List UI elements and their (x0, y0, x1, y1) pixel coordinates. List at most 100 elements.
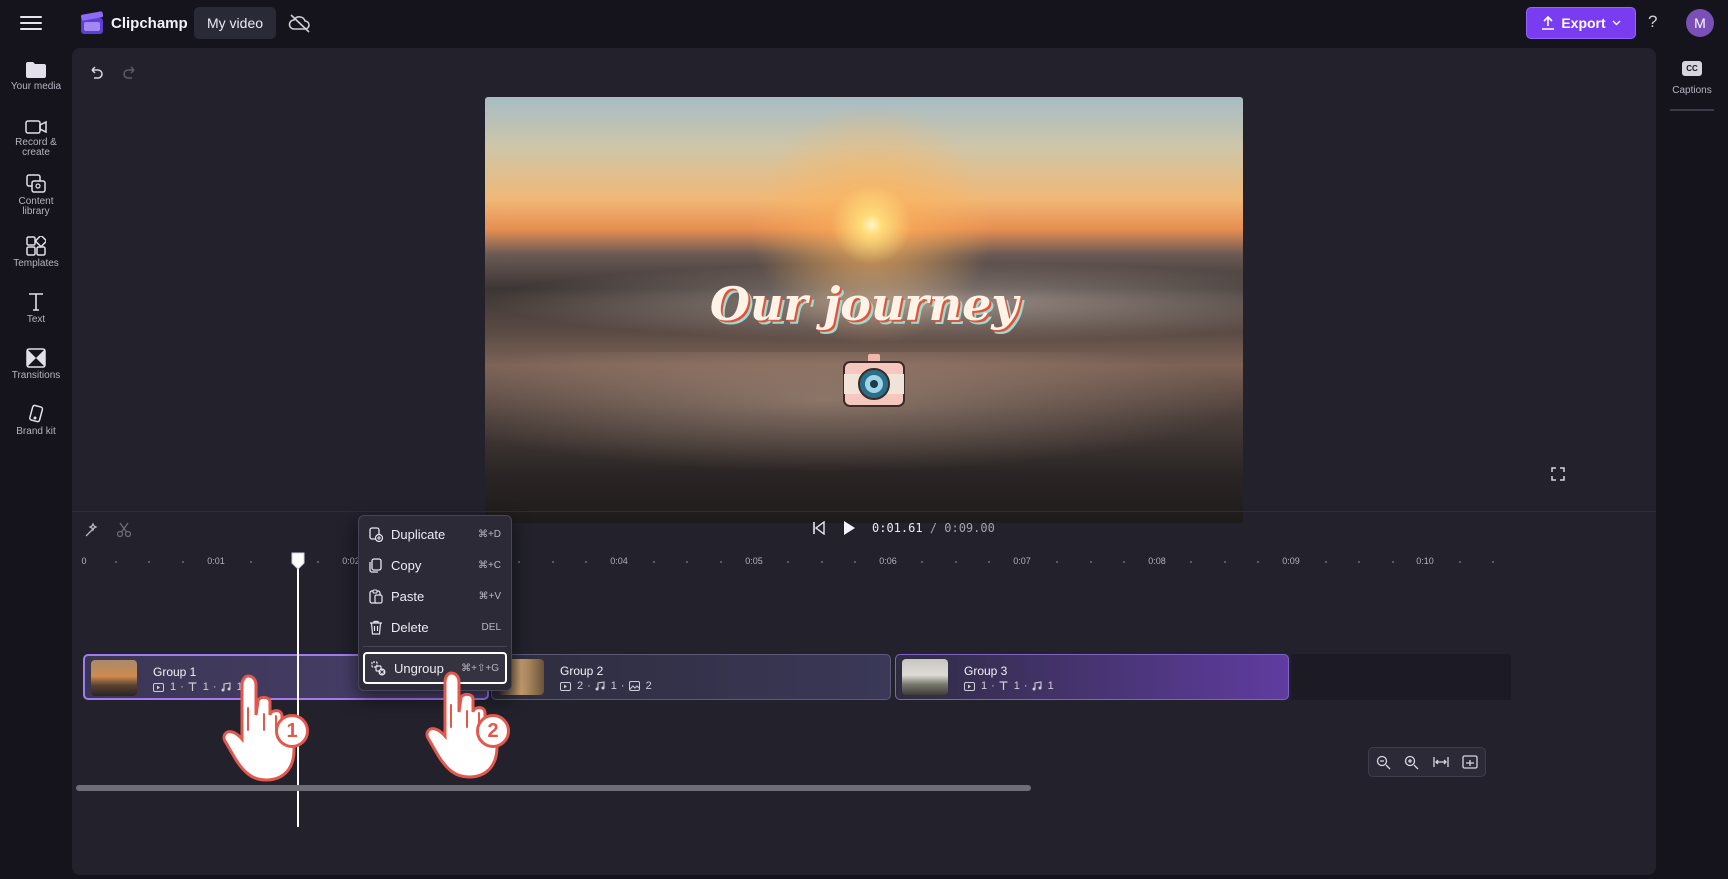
ruler-dot (585, 561, 587, 563)
project-name-field[interactable]: My video (194, 7, 277, 39)
preview-title-text: Our journey (709, 277, 1019, 331)
audio-count: 1 (1047, 680, 1054, 692)
sidebar-item-label: Transitions (11, 370, 61, 381)
playhead-handle-icon[interactable] (290, 551, 306, 571)
sidebar-item-brand-kit[interactable]: Brand kit (0, 404, 72, 437)
sidebar-item-text[interactable]: Text (0, 292, 72, 325)
ruler-label: 0:01 (207, 556, 225, 566)
ruler-label: 0:05 (745, 556, 763, 566)
text-count-icon (999, 681, 1008, 690)
menu-item-shortcut: DEL (481, 621, 501, 633)
magic-wand-icon[interactable] (84, 522, 100, 538)
video-count-icon (560, 681, 571, 691)
export-button[interactable]: Export (1526, 7, 1636, 39)
menu-icon[interactable] (20, 13, 42, 33)
avatar[interactable]: M (1686, 9, 1714, 37)
zoom-out-icon[interactable] (1376, 755, 1391, 770)
timeline-group-3[interactable]: Group 3 1 · 1 · 1 (895, 654, 1289, 700)
ruler-dot (1056, 561, 1058, 563)
folder-icon (26, 62, 46, 78)
chevron-down-icon (1612, 20, 1621, 26)
timeline-empty-area (1291, 654, 1511, 700)
expand-track-icon[interactable] (1462, 755, 1478, 769)
trash-icon (370, 620, 382, 635)
sidebar-item-record-create[interactable]: Record & create (0, 119, 72, 158)
video-preview[interactable]: Our journey (485, 97, 1243, 523)
menu-item-duplicate[interactable]: Duplicate ⌘+D (363, 520, 507, 548)
ruler-label: 0:07 (1013, 556, 1031, 566)
video-count: 1 (170, 681, 177, 693)
menu-item-copy[interactable]: Copy ⌘+C (363, 551, 507, 579)
ruler-dot (1325, 561, 1327, 563)
timeline-ruler[interactable]: 0 0:01 0:02 0:04 0:05 0:06 0:07 0:08 0:0… (72, 556, 1656, 576)
text-count: 1 (1013, 680, 1020, 692)
audio-count-icon (1032, 681, 1042, 691)
undo-icon[interactable] (88, 64, 104, 80)
audio-count-icon (595, 681, 605, 691)
ruler-dot (720, 561, 722, 563)
sidebar-item-templates[interactable]: Templates (0, 236, 72, 269)
ruler-label: 0:08 (1148, 556, 1166, 566)
image-count-icon (628, 681, 640, 691)
menu-item-shortcut: ⌘+C (477, 559, 501, 571)
fullscreen-icon[interactable] (1551, 467, 1565, 481)
upload-icon (1542, 16, 1555, 30)
current-time: 0:01.61 (872, 521, 923, 535)
top-bar: Clipchamp My video Export ? M (0, 0, 1728, 47)
sidebar-item-label: Brand kit (16, 426, 56, 437)
play-icon[interactable] (842, 520, 856, 536)
cloud-off-icon[interactable] (288, 12, 312, 34)
sidebar-item-content-library[interactable]: Content library (0, 174, 72, 217)
right-panel: CC Captions (1656, 47, 1728, 879)
timeline-horizontal-scrollbar[interactable] (76, 785, 1031, 791)
ruler-dot (1123, 561, 1125, 563)
menu-item-paste[interactable]: Paste ⌘+V (363, 582, 507, 610)
text-count-icon (188, 682, 197, 691)
fit-timeline-icon[interactable] (1433, 756, 1449, 768)
timeline-group-2[interactable]: Group 2 2 · 1 · 2 (491, 654, 891, 700)
ruler-label: 0 (81, 556, 87, 566)
menu-item-label: Duplicate (391, 526, 446, 542)
ruler-dot (988, 561, 990, 563)
ruler-dot (518, 561, 520, 563)
ruler-dot (1358, 561, 1360, 563)
skip-back-icon[interactable] (812, 521, 826, 535)
brand-kit-icon (29, 404, 44, 423)
timeline-divider (72, 511, 1656, 512)
ruler-dot (115, 561, 117, 563)
audio-count: 1 (610, 680, 617, 692)
scissors-icon[interactable] (116, 522, 132, 538)
app-title: Clipchamp (111, 15, 188, 32)
ruler-dot (1459, 561, 1461, 563)
group-meta: 2 · 1 · 2 (560, 680, 652, 692)
ruler-dot (787, 561, 789, 563)
ruler-label: 0:09 (1282, 556, 1300, 566)
sidebar-item-label-2: library (22, 206, 50, 217)
sidebar-item-label: Templates (13, 258, 59, 269)
redo-icon[interactable] (122, 64, 138, 80)
zoom-controls (1368, 747, 1486, 777)
group-thumbnail (902, 659, 948, 695)
ruler-dot (1257, 561, 1259, 563)
captions-button[interactable]: CC Captions (1656, 61, 1728, 98)
editor-main-panel: Our journey 0:01.61 / 0:09.00 0 0:01 0:0… (72, 48, 1656, 875)
video-count-icon (153, 682, 164, 692)
ruler-dot (854, 561, 856, 563)
ruler-dot (653, 561, 655, 563)
left-sidebar: Your media Record & create Content libra… (0, 47, 72, 879)
group-meta: 1 · 1 · 1 (964, 680, 1054, 692)
ruler-label: 0:06 (879, 556, 897, 566)
ruler-dot (686, 561, 688, 563)
camera-sticker-icon (843, 354, 905, 407)
ruler-dot (182, 561, 184, 563)
sidebar-item-your-media[interactable]: Your media (0, 61, 72, 92)
video-count: 1 (981, 680, 988, 692)
menu-item-delete[interactable]: Delete DEL (363, 613, 507, 641)
sidebar-item-transitions[interactable]: Transitions (0, 348, 72, 381)
step-badge-2: 2 (476, 714, 510, 748)
ruler-label: 0:04 (610, 556, 628, 566)
zoom-in-icon[interactable] (1404, 755, 1419, 770)
text-icon (29, 293, 43, 311)
help-icon[interactable]: ? (1648, 12, 1657, 32)
duplicate-icon (369, 526, 383, 542)
